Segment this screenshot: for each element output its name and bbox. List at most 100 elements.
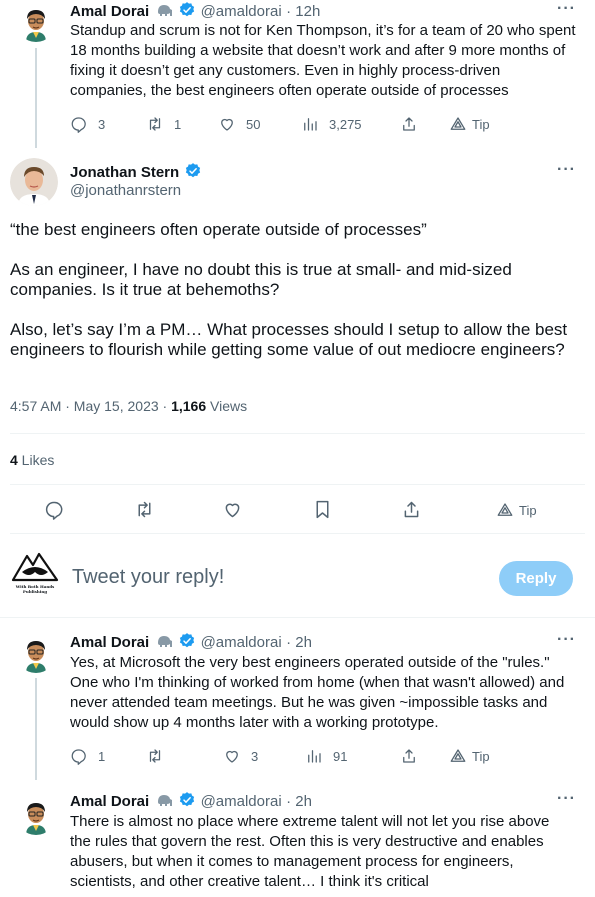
views-count: 3,275 <box>329 116 362 132</box>
main-author-name[interactable]: Jonathan Stern <box>70 164 179 181</box>
author-handle[interactable]: @amaldorai <box>201 3 282 20</box>
tweet-parent-thread-line <box>35 48 37 148</box>
avatar-jonathan[interactable] <box>10 158 58 206</box>
tweet-time[interactable]: · 2h <box>286 634 312 651</box>
views-button[interactable]: 91 <box>305 747 347 765</box>
divider <box>10 433 585 434</box>
main-retweet-button[interactable] <box>134 499 155 520</box>
verified-badge-icon <box>178 632 196 650</box>
author-name[interactable]: Amal Dorai <box>70 3 149 20</box>
tip-icon <box>496 501 514 519</box>
logo-text-line2: Publishing <box>22 589 48 594</box>
more-icon[interactable]: ··· <box>557 790 576 808</box>
elephant-icon <box>156 2 174 18</box>
tip-icon <box>449 115 467 133</box>
tip-label: Tip <box>472 116 490 132</box>
main-likes-count: 4 <box>10 452 18 468</box>
main-timestamp[interactable]: 4:57 AM · May 15, 2023 · <box>10 398 171 414</box>
bookmark-icon <box>312 499 333 520</box>
views-count: 91 <box>333 748 348 764</box>
reply-button[interactable]: Reply <box>499 561 573 596</box>
retweet-button[interactable]: 1 <box>146 115 181 133</box>
reply-input[interactable]: Tweet your reply! <box>72 566 224 589</box>
main-tip-button[interactable]: Tip <box>496 501 537 519</box>
reply-button[interactable]: 1 <box>70 747 105 765</box>
verified-badge-icon <box>178 1 196 19</box>
retweet-button[interactable] <box>146 747 164 765</box>
main-meta: 4:57 AM · May 15, 2023 · 1,166 Views <box>10 398 247 414</box>
main-header: Jonathan Stern <box>70 162 202 182</box>
main-paragraph-2: As an engineer, I have no doubt this is … <box>10 260 512 299</box>
reply-button[interactable]: 3 <box>70 115 105 133</box>
more-icon[interactable]: ··· <box>557 0 576 18</box>
like-icon <box>223 747 241 765</box>
like-icon <box>222 499 243 520</box>
author-name[interactable]: Amal Dorai <box>70 634 149 651</box>
tip-button[interactable]: Tip <box>449 115 490 133</box>
retweet-icon <box>146 747 164 765</box>
reply2-header: Amal Dorai @amaldorai · 2h <box>70 791 312 811</box>
share-icon <box>400 115 418 133</box>
share-icon <box>400 747 418 765</box>
main-views-count: 1,166 <box>171 398 207 414</box>
divider <box>0 617 595 618</box>
main-like-button[interactable] <box>222 499 243 520</box>
like-button[interactable]: 3 <box>223 747 258 765</box>
avatar-amal[interactable] <box>16 633 56 673</box>
main-likes-label: Likes <box>17 452 55 468</box>
main-tweet-text: “the best engineers often operate outsid… <box>10 220 580 360</box>
composer-avatar[interactable]: With Both Hands Publishing <box>10 548 60 600</box>
views-icon <box>305 747 323 765</box>
retweet-icon <box>146 115 164 133</box>
share-icon <box>401 499 422 520</box>
tweet-text: Standup and scrum is not for Ken Thompso… <box>70 22 576 99</box>
more-icon[interactable]: ··· <box>557 161 576 179</box>
like-count: 50 <box>246 116 261 132</box>
like-icon <box>218 115 236 133</box>
verified-badge-icon <box>184 162 202 180</box>
tweet-parent-header: Amal Dorai @amaldorai · 12h <box>70 1 320 21</box>
reply-icon <box>70 115 88 133</box>
author-handle[interactable]: @amaldorai <box>201 793 282 810</box>
thread-line <box>35 678 37 780</box>
divider <box>10 484 585 485</box>
main-paragraph-1: “the best engineers often operate outsid… <box>10 220 427 239</box>
main-bookmark-button[interactable] <box>312 499 333 520</box>
main-views-label: Views <box>206 398 248 414</box>
retweet-icon <box>134 499 155 520</box>
author-name[interactable]: Amal Dorai <box>70 793 149 810</box>
main-share-button[interactable] <box>401 499 422 520</box>
publisher-logo <box>11 552 59 582</box>
verified-badge-icon <box>178 791 196 809</box>
reply-count: 1 <box>98 748 106 764</box>
share-button[interactable] <box>400 115 418 133</box>
share-button[interactable] <box>400 747 418 765</box>
avatar-amal[interactable] <box>16 795 56 835</box>
tweet-time[interactable]: · 12h <box>286 3 320 20</box>
tweet-text: Yes, at Microsoft the very best engineer… <box>70 654 565 731</box>
elephant-icon <box>156 792 174 808</box>
reply-icon <box>70 747 88 765</box>
like-count: 3 <box>251 748 259 764</box>
tip-button[interactable]: Tip <box>449 747 490 765</box>
reply-icon <box>44 499 65 520</box>
author-handle[interactable]: @amaldorai <box>201 634 282 651</box>
tip-label: Tip <box>472 748 490 764</box>
main-paragraph-3: Also, let’s say I’m a PM… What processes… <box>10 320 568 359</box>
tweet-text: There is almost no place where extreme t… <box>70 813 550 890</box>
reply1-header: Amal Dorai @amaldorai · 2h <box>70 632 312 652</box>
views-icon <box>301 115 319 133</box>
main-author-handle[interactable]: @jonathanrstern <box>70 182 181 199</box>
more-icon[interactable]: ··· <box>557 631 576 649</box>
elephant-icon <box>156 633 174 649</box>
reply-count: 3 <box>98 116 106 132</box>
like-button[interactable]: 50 <box>218 115 260 133</box>
tweet-time[interactable]: · 2h <box>286 793 312 810</box>
retweet-count: 1 <box>174 116 182 132</box>
avatar-amal[interactable] <box>16 2 56 42</box>
main-reply-button[interactable] <box>44 499 65 520</box>
divider <box>10 533 585 534</box>
views-button[interactable]: 3,275 <box>301 115 362 133</box>
main-likes-stat[interactable]: 4 Likes <box>10 452 54 468</box>
main-tip-label: Tip <box>519 502 537 518</box>
